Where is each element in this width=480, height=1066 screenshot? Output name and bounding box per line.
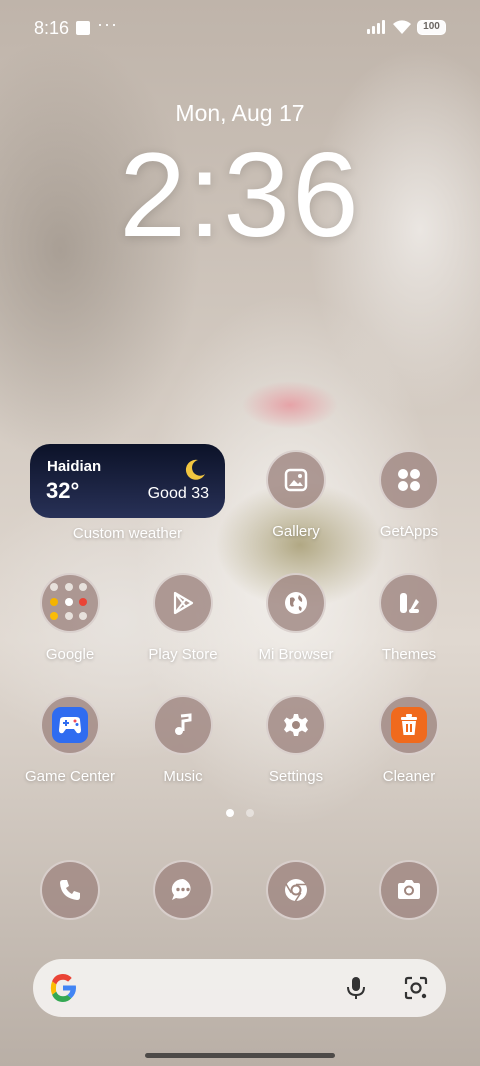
wifi-icon — [393, 20, 411, 34]
status-time: 8:16 — [34, 18, 70, 38]
app-label: Mi Browser — [258, 646, 334, 663]
google-g-icon — [50, 974, 76, 1002]
themes-icon[interactable] — [379, 573, 439, 633]
gallery-icon[interactable] — [266, 450, 326, 510]
weather-air-quality: Good 33 — [147, 485, 209, 502]
app-label: Settings — [268, 768, 324, 785]
battery-icon: 100 — [417, 20, 446, 35]
app-label: Play Store — [148, 646, 218, 663]
getapps-icon[interactable] — [379, 450, 439, 510]
app-label: Themes — [381, 646, 437, 663]
weather-widget-label: Custom weather — [72, 525, 183, 542]
page-dot-active[interactable] — [226, 809, 234, 817]
music-note-icon[interactable] — [153, 695, 213, 755]
gear-icon[interactable] — [266, 695, 326, 755]
weather-temperature: 32° — [46, 478, 80, 503]
camera-icon[interactable] — [379, 860, 439, 920]
play-store-icon[interactable] — [153, 573, 213, 633]
lockscreen-clock[interactable]: 2:36 — [0, 130, 480, 260]
google-search-bar[interactable] — [33, 959, 446, 1017]
weather-widget[interactable]: Haidian 32° Good 33 — [30, 444, 225, 518]
phone-icon[interactable] — [40, 860, 100, 920]
cleaner-icon[interactable] — [379, 695, 439, 755]
moon-icon — [185, 459, 205, 480]
app-label: Google — [45, 646, 95, 663]
status-bar: 8:16 ··· 100 — [0, 0, 480, 56]
lockscreen-date: Mon, Aug 17 — [175, 100, 305, 126]
page-indicator[interactable] — [224, 809, 260, 819]
home-indicator[interactable] — [145, 1053, 335, 1058]
microphone-icon[interactable] — [344, 975, 368, 1001]
app-label: GetApps — [379, 523, 439, 540]
messages-icon[interactable] — [153, 860, 213, 920]
app-label: Gallery — [272, 523, 320, 540]
notification-icon — [76, 21, 90, 35]
folder-icon[interactable] — [40, 573, 100, 633]
app-label: Cleaner — [382, 768, 436, 785]
chrome-icon[interactable] — [266, 860, 326, 920]
game-center-icon[interactable] — [40, 695, 100, 755]
weather-city: Haidian — [47, 458, 102, 475]
app-label: Game Center — [24, 768, 116, 785]
globe-icon[interactable] — [266, 573, 326, 633]
app-label: Music — [163, 768, 203, 785]
page-dot[interactable] — [246, 809, 254, 817]
google-lens-icon[interactable] — [403, 975, 429, 1001]
signal-icon — [367, 20, 387, 34]
more-notifications-icon: ··· — [97, 14, 118, 34]
